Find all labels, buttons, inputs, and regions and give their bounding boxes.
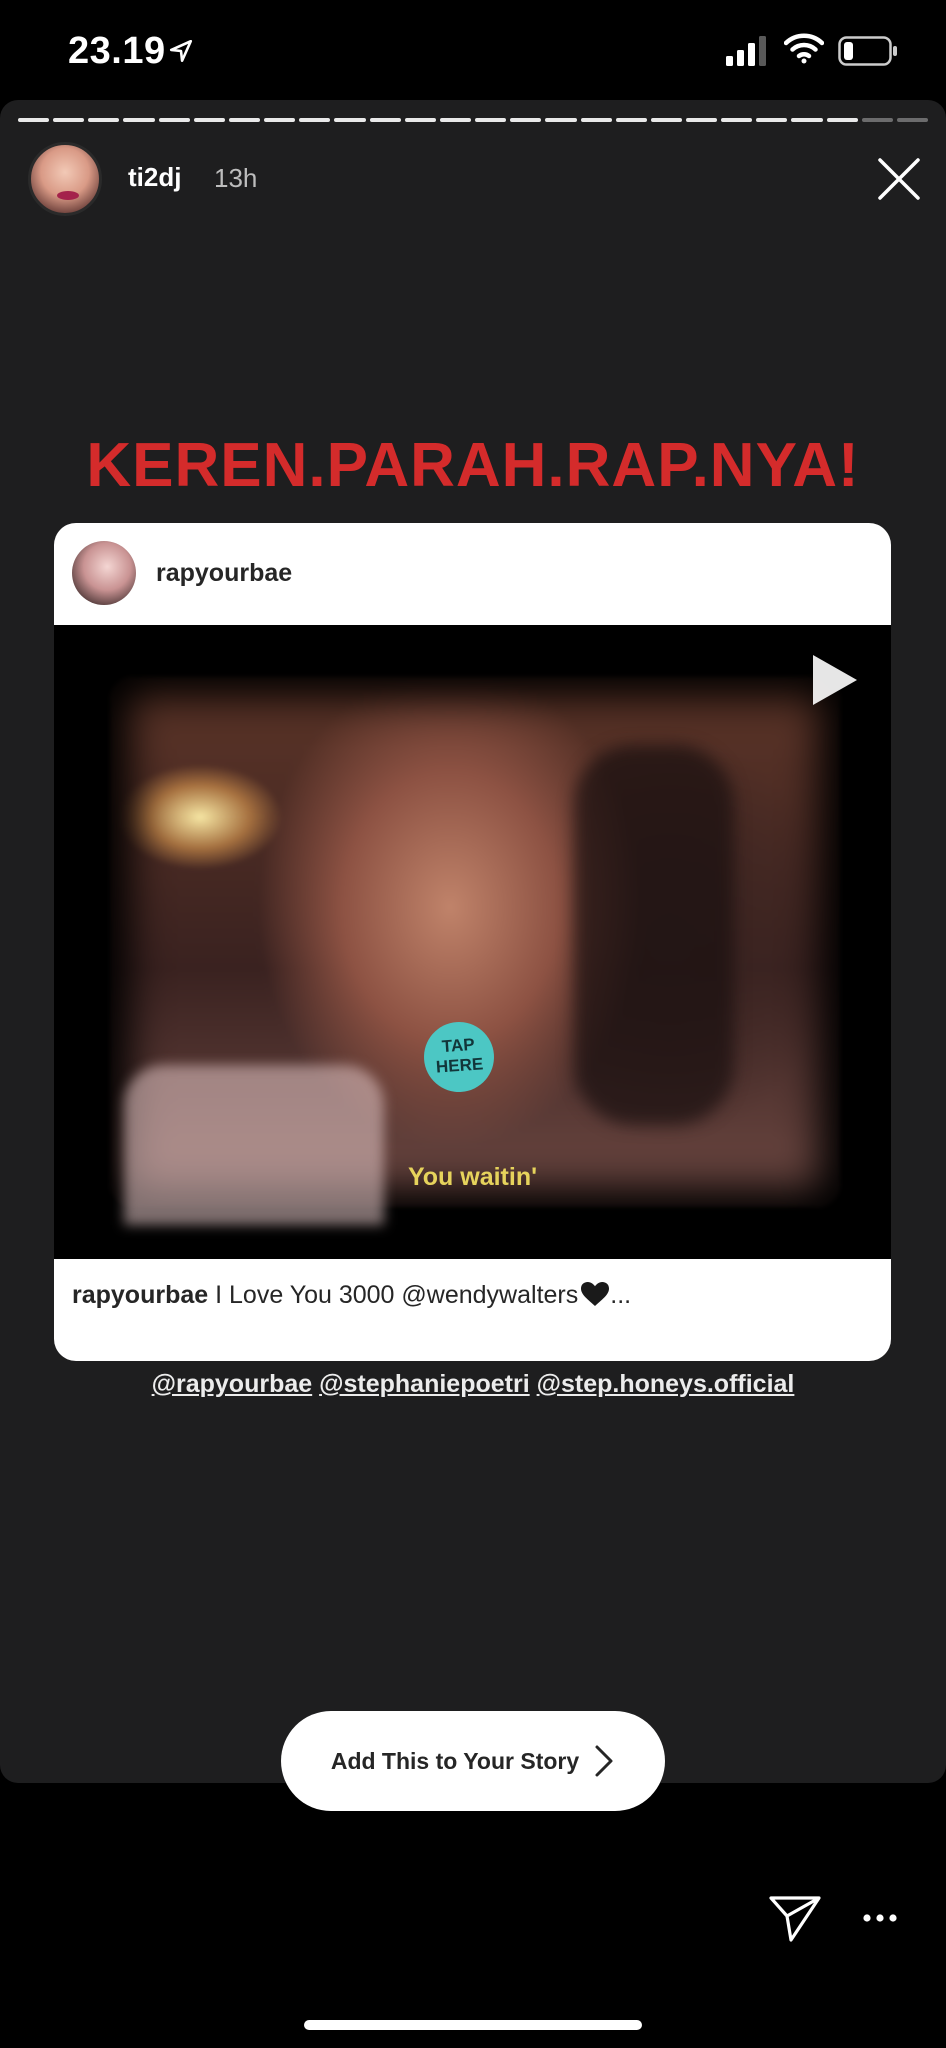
post-author-avatar: [72, 541, 136, 605]
progress-segment: [299, 118, 331, 122]
progress-segment: [685, 118, 718, 122]
progress-segment: [721, 118, 753, 122]
cellular-signal-icon: [726, 36, 766, 66]
video-frame-detail: [574, 745, 734, 1125]
story-progress-bar: [18, 118, 929, 122]
mention-link[interactable]: @step.honeys.official: [537, 1370, 795, 1398]
sticker-line-1: TAP: [441, 1034, 476, 1057]
progress-segment: [193, 118, 225, 122]
author-username[interactable]: ti2dj: [128, 162, 181, 193]
progress-segment: [756, 118, 788, 122]
progress-segment: [580, 118, 612, 122]
progress-segment: [334, 118, 366, 122]
send-icon[interactable]: [768, 1894, 822, 1944]
story-age: 13h: [214, 163, 258, 193]
caption-username: rapyourbae: [72, 1281, 209, 1309]
post-video[interactable]: TAP HERE You waitin': [54, 625, 891, 1259]
progress-segment: [615, 118, 647, 122]
progress-segment: [861, 118, 893, 122]
play-icon: [813, 655, 857, 705]
chevron-right-icon: [595, 1745, 613, 1777]
video-subtitle: You waitin': [407, 1163, 538, 1191]
more-options-icon[interactable]: [862, 1912, 898, 1924]
close-icon[interactable]: [876, 156, 922, 202]
caption-more[interactable]: ...: [610, 1281, 631, 1309]
mention-link[interactable]: @rapyourbae: [152, 1370, 313, 1398]
status-bar: 23.19: [0, 0, 946, 100]
status-time: 23.19: [68, 30, 166, 72]
progress-segment: [53, 118, 85, 122]
progress-segment: [791, 118, 823, 122]
battery-icon: [838, 36, 897, 66]
location-arrow-icon: [169, 39, 193, 63]
progress-segment: [123, 118, 155, 122]
progress-segment: [475, 118, 507, 122]
progress-segment: [510, 118, 542, 122]
home-indicator[interactable]: [304, 2020, 642, 2030]
sticker-line-2: HERE: [435, 1054, 484, 1077]
progress-segment: [439, 118, 472, 122]
story-viewer[interactable]: ti2dj 13h KEREN.PARAH.RAP.NYA! rapyourba…: [0, 100, 946, 1783]
progress-segment: [158, 118, 190, 122]
post-author-username: rapyourbae: [156, 559, 293, 587]
progress-segment: [826, 118, 858, 122]
progress-segment: [228, 118, 261, 122]
progress-segment: [264, 118, 296, 122]
story-headline: KEREN.PARAH.RAP.NYA!: [86, 431, 860, 500]
mention-stickers: @rapyourbae @stephaniepoetri @step.honey…: [0, 1370, 946, 1399]
shared-post-card[interactable]: rapyourbae TAP HERE You waitin' rapyourb…: [54, 523, 891, 1361]
author-avatar[interactable]: [28, 142, 102, 216]
progress-segment: [545, 118, 577, 122]
progress-segment: [896, 118, 929, 122]
video-frame-detail: [124, 1065, 384, 1225]
black-heart-icon: [581, 1282, 610, 1306]
add-to-story-label: Add This to Your Story: [330, 1747, 580, 1774]
progress-segment: [650, 118, 682, 122]
post-caption: rapyourbae I Love You 3000 @wendywalters…: [72, 1281, 631, 1310]
progress-segment: [88, 118, 120, 122]
add-to-story-button[interactable]: Add This to Your Story: [281, 1711, 665, 1811]
caption-text: I Love You 3000 @wendywalters: [208, 1281, 579, 1309]
progress-segment: [404, 118, 436, 122]
mention-link[interactable]: @stephaniepoetri: [319, 1370, 530, 1398]
progress-segment: [369, 118, 401, 122]
progress-segment: [18, 118, 50, 122]
wifi-icon: [784, 33, 824, 64]
